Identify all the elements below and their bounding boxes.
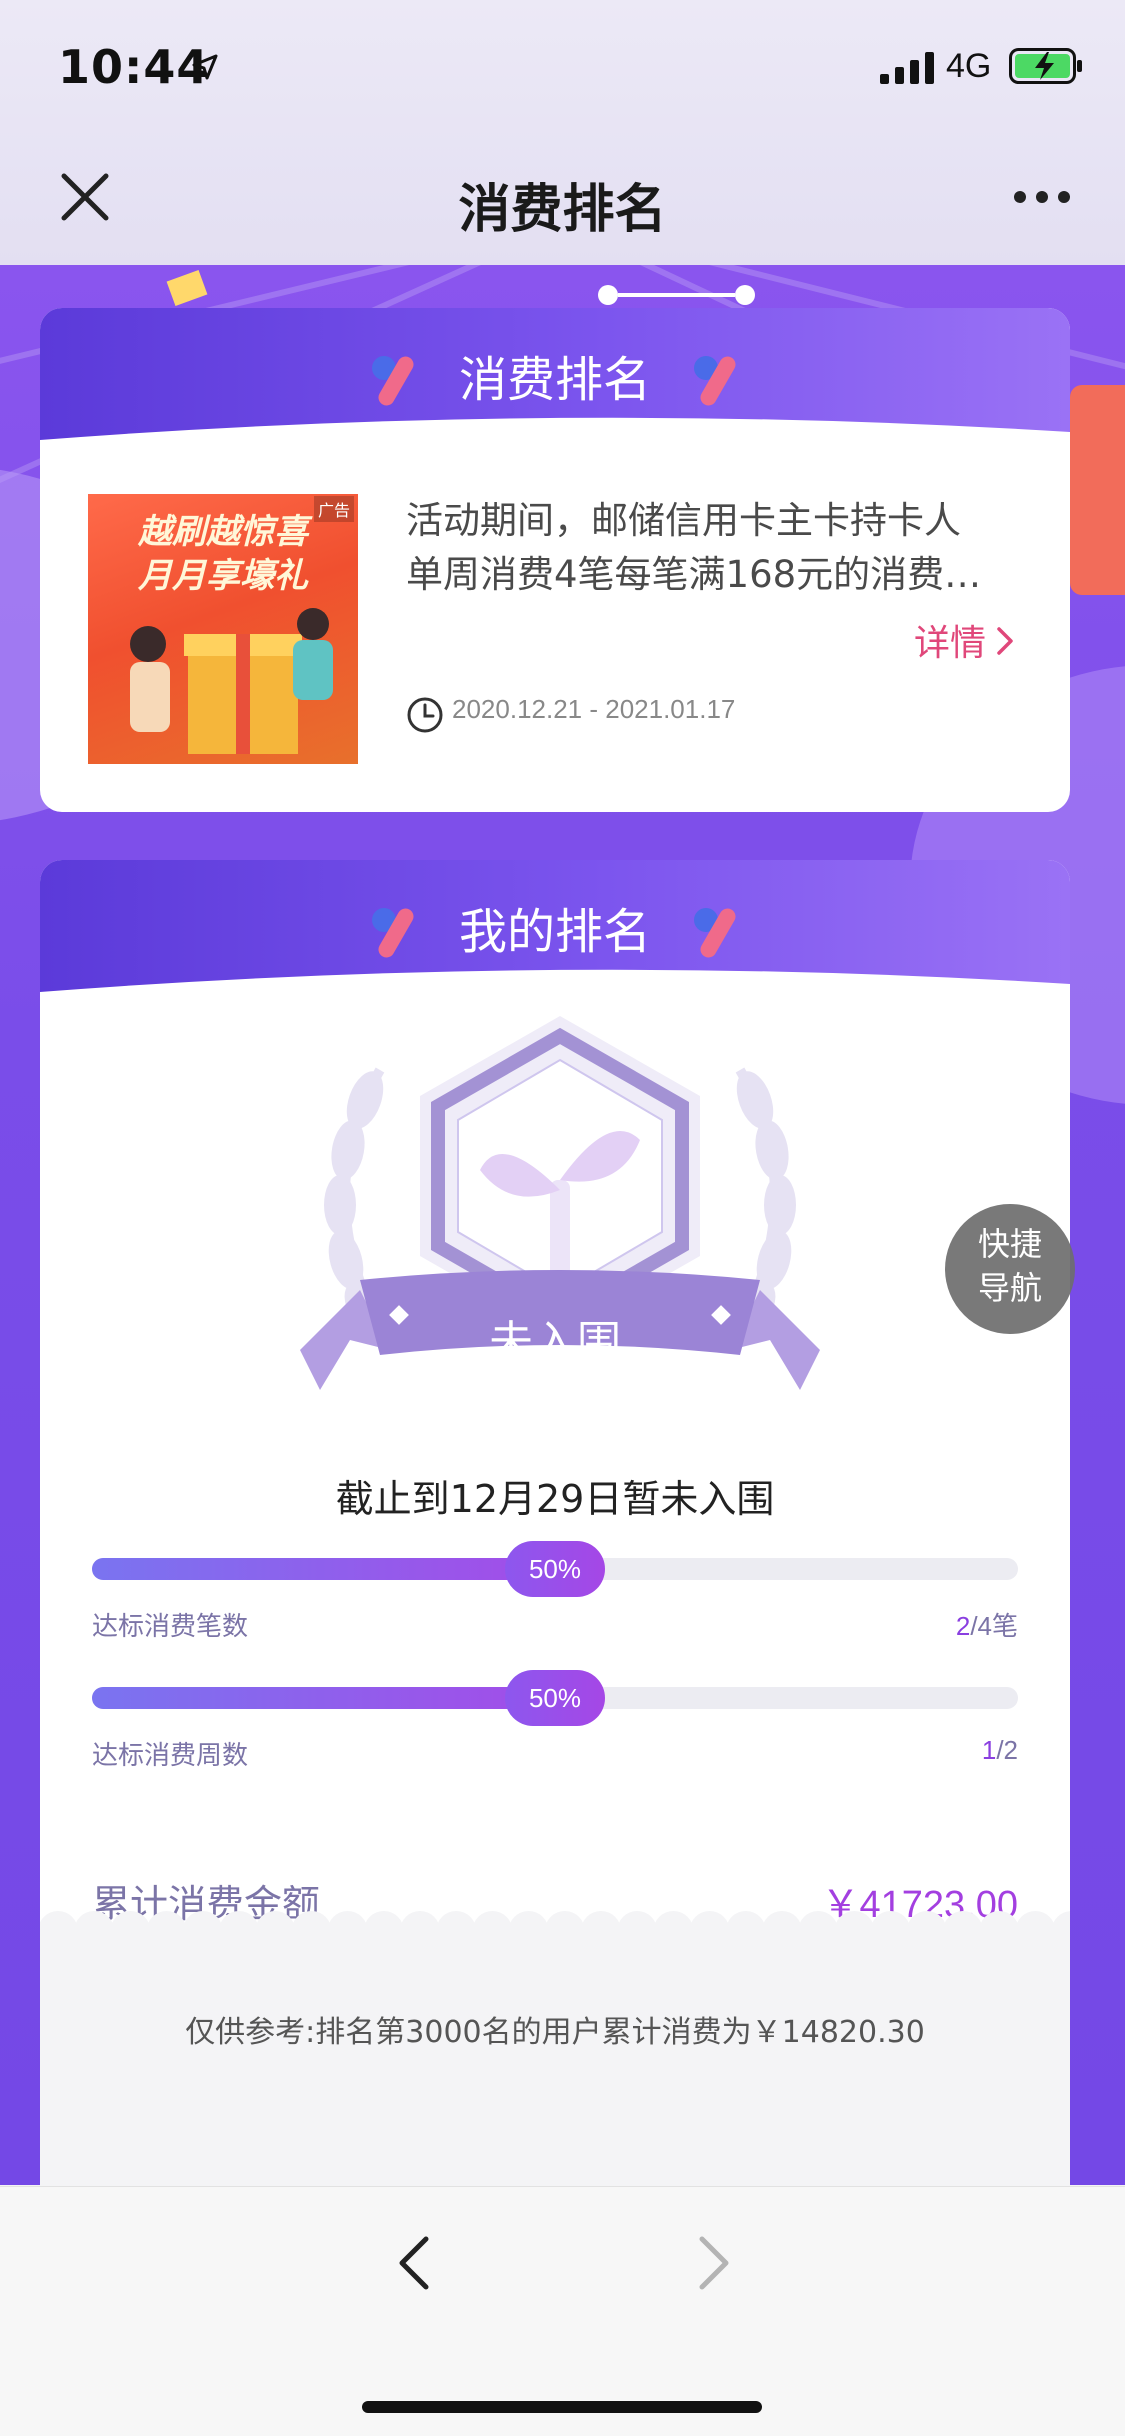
reference-area xyxy=(40,1911,1070,2220)
progress-label: 达标消费周数 xyxy=(92,1741,249,1771)
scallop xyxy=(1051,1911,1070,1951)
ranking-card-header: 我的排名 xyxy=(40,860,1070,1002)
status-time: 10:44 xyxy=(58,40,210,94)
progress-current: 1 xyxy=(981,1735,997,1765)
ranking-card: 我的排名 未入围 截止到12月29日暂未入围 50% 达标消费笔数 2/4笔 5… xyxy=(40,860,1070,2220)
scallop xyxy=(943,1911,983,1951)
progress-target: /4笔 xyxy=(970,1611,1018,1641)
scallop xyxy=(363,1911,404,1951)
back-arrow-icon[interactable] xyxy=(396,2235,432,2291)
signal-icon xyxy=(880,52,934,84)
activity-description: 活动期间，邮储信用卡主卡持卡人 单周消费4笔每笔满168元的消费… xyxy=(406,494,1026,602)
progress-bar-weeks: 50% xyxy=(92,1670,1018,1726)
scallop xyxy=(74,1911,115,1951)
progress-percent-badge: 50% xyxy=(505,1541,605,1597)
header-wave xyxy=(40,417,1070,450)
scallop xyxy=(472,1911,513,1951)
scallop xyxy=(110,1911,151,1951)
home-indicator xyxy=(362,2401,762,2413)
promo-image[interactable]: 广告 越刷越惊喜 月月享壕礼 xyxy=(88,494,358,764)
progress-value: 1/2 xyxy=(982,1735,1018,1766)
scallop xyxy=(291,1911,332,1951)
progress-percent-badge: 50% xyxy=(505,1670,605,1726)
rank-status-label: 未入围 xyxy=(489,1317,621,1368)
scallop xyxy=(798,1911,839,1951)
pill-decor-icon xyxy=(694,908,736,958)
quick-nav-button[interactable]: 快捷 导航 xyxy=(945,1204,1075,1334)
location-arrow-icon xyxy=(192,54,218,80)
detail-link[interactable]: 详情 xyxy=(914,614,986,666)
pill-decor-icon xyxy=(694,356,736,406)
ranking-card-title: 我的排名 xyxy=(458,904,651,960)
scallop xyxy=(182,1911,223,1951)
detail-label: 详情 xyxy=(913,623,986,664)
scallop xyxy=(400,1911,440,1951)
activity-card-title: 消费排名 xyxy=(458,352,651,408)
scallop xyxy=(979,1911,1020,1951)
scallop xyxy=(834,1911,875,1951)
progress-fill xyxy=(92,1687,555,1709)
activity-date-range: 2020.12.21 - 2021.01.17 xyxy=(452,694,736,724)
scallop xyxy=(40,1911,78,1951)
header-wave xyxy=(40,969,1070,1002)
scallop xyxy=(508,1911,549,1951)
scallop xyxy=(581,1911,621,1951)
scallop xyxy=(689,1911,730,1951)
scallop xyxy=(255,1911,296,1951)
scallop xyxy=(146,1911,187,1951)
scallop xyxy=(617,1911,658,1951)
progress-label: 达标消费笔数 xyxy=(92,1612,249,1642)
scallop xyxy=(1015,1911,1056,1951)
scallop xyxy=(906,1911,947,1951)
description-line: 活动期间，邮储信用卡主卡持卡人 xyxy=(406,499,961,542)
page-title: 消费排名 xyxy=(458,180,667,240)
scallop xyxy=(436,1911,477,1951)
progress-target: /2 xyxy=(996,1735,1018,1765)
progress-fill xyxy=(92,1558,555,1580)
progress-value: 2/4笔 xyxy=(956,1606,1018,1643)
scallop xyxy=(653,1911,694,1951)
more-icon[interactable] xyxy=(1012,187,1072,207)
quick-nav-label: 导航 xyxy=(977,1269,1042,1307)
reference-text: 仅供参考:排名第3000名的用户累计消费为￥14820.30 xyxy=(185,2015,925,2050)
status-bar: 10:44 4G xyxy=(0,0,1125,140)
activity-card: 消费排名 广告 越刷越惊喜 月月享壕礼 活动期间，邮储信用卡主卡持卡人 单周消费… xyxy=(40,308,1070,812)
activity-card-header: 消费排名 xyxy=(40,308,1070,450)
promo-illustration xyxy=(130,608,333,754)
scallop xyxy=(219,1911,259,1951)
browser-toolbar xyxy=(0,2186,1125,2436)
chevron-right-icon[interactable] xyxy=(996,626,1014,656)
scallop xyxy=(725,1911,766,1951)
forward-arrow-icon[interactable] xyxy=(696,2235,732,2291)
scallop xyxy=(762,1911,802,1951)
network-type: 4G xyxy=(946,47,992,85)
progress-current: 2 xyxy=(955,1611,971,1641)
scallop xyxy=(870,1911,911,1951)
battery-charging-icon xyxy=(1009,48,1082,84)
quick-nav-label: 快捷 xyxy=(977,1225,1042,1263)
scallop xyxy=(544,1911,585,1951)
description-line: 单周消费4笔每笔满168元的消费… xyxy=(406,553,982,596)
top-bar: 10:44 4G 消费排名 xyxy=(0,0,1125,265)
scallop xyxy=(327,1911,368,1951)
progress-bar-count: 50% xyxy=(92,1541,1018,1597)
scallop-edge xyxy=(40,1911,1070,1951)
clock-icon xyxy=(407,697,443,733)
cutoff-text: 截止到12月29日暂未入围 xyxy=(335,1477,775,1521)
